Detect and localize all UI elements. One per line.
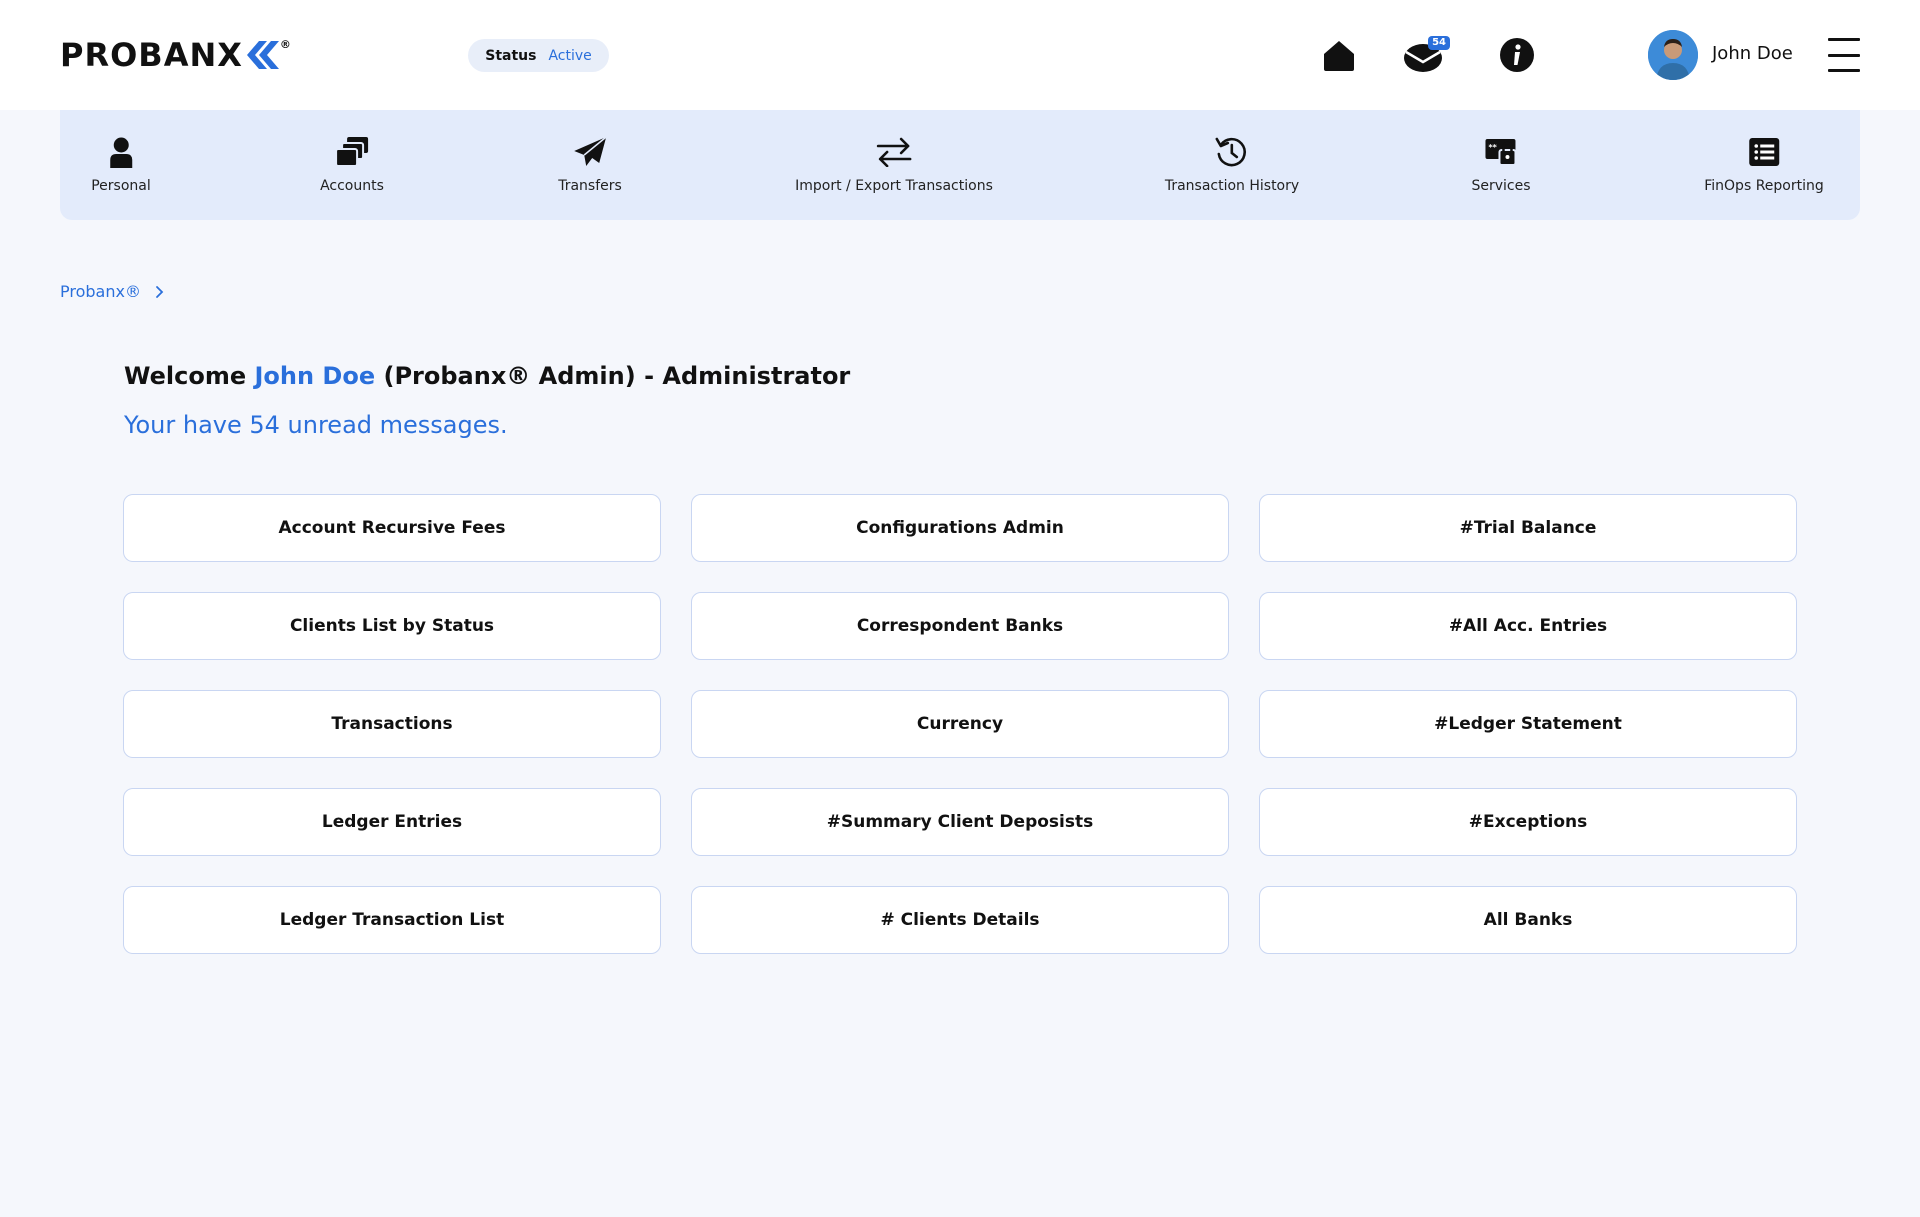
tile-ledger-entries[interactable]: Ledger Entries [123,788,661,856]
top-header: PROBANX ® Status Active 54 John Doe [0,0,1920,110]
accounts-icon [334,134,370,170]
unread-messages-text[interactable]: Your have 54 unread messages. [124,411,508,439]
tile-currency[interactable]: Currency [691,690,1229,758]
nav-label: Accounts [320,178,384,194]
nav-item-transaction-history[interactable]: Transaction History [1165,134,1299,194]
nav-item-services[interactable]: ** Services [1471,134,1531,194]
home-icon[interactable] [1318,34,1360,76]
tile-transactions[interactable]: Transactions [123,690,661,758]
avatar[interactable] [1648,30,1698,80]
mail-icon[interactable]: 54 [1402,34,1450,76]
person-icon [103,134,139,170]
status-value: Active [548,47,592,64]
tile-ledger-transaction-list[interactable]: Ledger Transaction List [123,886,661,954]
nav-label: Transaction History [1164,178,1300,194]
paper-plane-icon [572,134,608,170]
tile-clients-list-by-status[interactable]: Clients List by Status [123,592,661,660]
nav-label: Personal [91,178,151,194]
nav-label: FinOps Reporting [1704,178,1824,194]
history-icon [1214,134,1250,170]
tile-exceptions[interactable]: #Exceptions [1259,788,1797,856]
mail-count-badge: 54 [1428,36,1450,50]
tile-all-banks[interactable]: All Banks [1259,886,1797,954]
tile-all-acc-entries[interactable]: #All Acc. Entries [1259,592,1797,660]
svg-text:**: ** [1488,143,1497,152]
tile-configurations-admin[interactable]: Configurations Admin [691,494,1229,562]
hamburger-menu-icon[interactable] [1828,38,1860,72]
tile-account-recursive-fees[interactable]: Account Recursive Fees [123,494,661,562]
tile-summary-client-deposits[interactable]: #Summary Client Deposists [691,788,1229,856]
nav-item-transfers[interactable]: Transfers [558,134,622,194]
report-list-icon [1746,134,1782,170]
services-lock-icon: ** [1483,134,1519,170]
logo-chevrons-icon [246,41,279,69]
welcome-user-name: John Doe [254,362,376,390]
breadcrumb-root-link[interactable]: Probanx® [60,282,141,301]
main-nav: Personal Accounts Transfers Import / Exp… [60,110,1860,220]
nav-item-accounts[interactable]: Accounts [320,134,384,194]
welcome-heading: Welcome John Doe (Probanx® Admin) - Admi… [124,362,850,390]
chevron-right-icon [156,285,164,298]
logo-registered: ® [279,38,291,51]
nav-item-personal[interactable]: Personal [91,134,151,194]
tile-correspondent-banks[interactable]: Correspondent Banks [691,592,1229,660]
probanx-logo[interactable]: PROBANX ® [60,38,291,72]
status-label: Status [485,47,537,64]
tile-ledger-statement[interactable]: #Ledger Statement [1259,690,1797,758]
logo-text: PROBANX [60,36,243,74]
breadcrumb: Probanx® [60,282,165,301]
welcome-prefix: Welcome [124,362,247,390]
tile-clients-details[interactable]: # Clients Details [691,886,1229,954]
status-badge: Status Active [468,39,609,72]
swap-arrows-icon [876,134,912,170]
info-icon[interactable] [1496,34,1538,76]
nav-label: Transfers [558,178,622,194]
welcome-suffix: (Probanx® Admin) - Administrator [383,362,851,390]
user-name[interactable]: John Doe [1712,43,1793,64]
nav-label: Import / Export Transactions [795,178,993,194]
nav-label: Services [1471,178,1531,194]
nav-item-import-export[interactable]: Import / Export Transactions [795,134,993,194]
nav-item-finops-reporting[interactable]: FinOps Reporting [1704,134,1824,194]
tile-trial-balance[interactable]: #Trial Balance [1259,494,1797,562]
shortcut-grid: Account Recursive Fees Configurations Ad… [123,494,1798,954]
